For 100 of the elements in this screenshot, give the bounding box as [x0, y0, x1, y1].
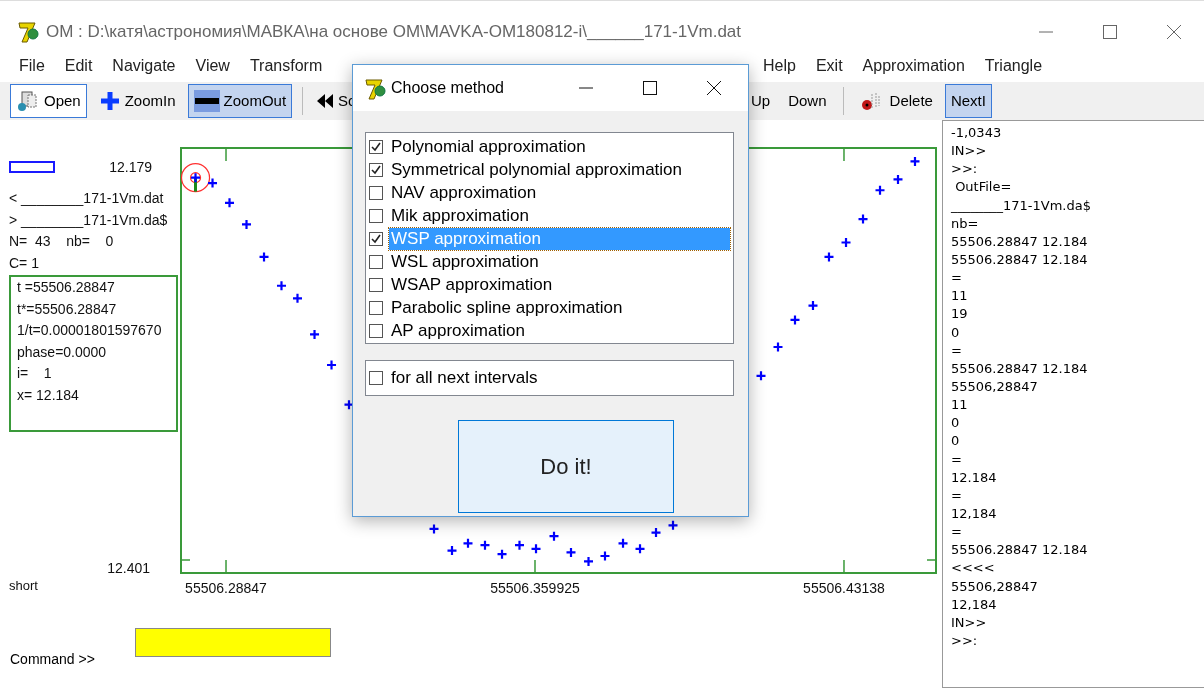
data-point: [857, 213, 869, 225]
data-point: [789, 314, 801, 326]
toolbar-button[interactable]: Up: [745, 84, 777, 118]
data-point: [291, 292, 304, 304]
checkbox[interactable]: [369, 254, 383, 269]
menu-item[interactable]: Approximation: [862, 54, 965, 78]
menu-item[interactable]: Transform: [249, 54, 323, 78]
checkbox[interactable]: [369, 323, 383, 338]
data-point: [206, 177, 219, 189]
info-text: x= 12.184: [17, 385, 80, 405]
log-line: 0: [951, 414, 961, 433]
data-point: [530, 543, 542, 555]
log-line: 12,184: [951, 595, 998, 614]
cursor-marker: [180, 163, 211, 193]
log-line: nb=: [951, 214, 980, 233]
checkbox[interactable]: [369, 300, 383, 315]
method-list-item[interactable]: NAV approximation: [389, 181, 730, 204]
info-text: i= 1: [17, 364, 53, 384]
info-text: < ________171-1Vm.dat: [9, 189, 165, 208]
rewind-icon: [316, 94, 335, 108]
data-point: [909, 155, 921, 167]
toolbar-button[interactable]: NextI: [944, 84, 992, 118]
log-line: =: [951, 523, 963, 542]
data-point: [189, 172, 202, 184]
axis-tick-label: 12.401: [107, 560, 150, 576]
menu-item[interactable]: File: [19, 54, 45, 78]
checkbox[interactable]: [369, 162, 383, 177]
menu-item[interactable]: Triangle: [984, 54, 1043, 78]
data-point: [428, 523, 440, 535]
minus-icon: [193, 90, 220, 112]
toolbar-button[interactable]: Delete: [853, 84, 939, 118]
method-list-item[interactable]: WSL approximation: [389, 250, 730, 273]
method-list-item[interactable]: WSAP approximation: [389, 273, 730, 296]
axis-tick-label: 55506.43138: [803, 579, 885, 598]
app-logo-icon: [18, 21, 40, 44]
toolbar-button[interactable]: Down: [782, 84, 833, 118]
log-line: -1,0343: [951, 124, 1003, 142]
method-list-item[interactable]: Polynomial approximation: [389, 135, 730, 158]
data-point: [275, 280, 288, 292]
checkbox[interactable]: [369, 277, 383, 292]
maximize-icon[interactable]: [642, 80, 658, 96]
log-line: 55506,28847: [951, 577, 1039, 596]
log-line: =: [951, 341, 963, 360]
log-line: 12,184: [951, 504, 998, 523]
log-line: >>:: [951, 160, 979, 179]
dialog-title: Choose method: [391, 78, 504, 98]
data-point: [258, 251, 270, 263]
data-point: [479, 539, 491, 551]
toolbar-button[interactable]: ZoomIn: [92, 84, 182, 118]
method-list-item[interactable]: AP approximation: [389, 319, 730, 342]
data-point: [582, 555, 595, 567]
data-point: [513, 539, 526, 551]
open-icon: [16, 90, 40, 112]
log-line: =: [951, 486, 963, 505]
info-text: phase=0.0000: [17, 342, 108, 362]
data-point: [892, 173, 904, 186]
close-icon[interactable]: [706, 80, 722, 96]
toolbar-button[interactable]: ZoomOut: [187, 84, 293, 118]
data-point: [599, 550, 611, 562]
checkbox[interactable]: [369, 139, 383, 154]
data-point: [667, 519, 679, 531]
info-text: C= 1: [9, 253, 40, 273]
data-point: [325, 359, 338, 371]
data-point: [755, 370, 767, 382]
log-line: =: [951, 269, 963, 288]
log-line: 12.184: [951, 468, 998, 487]
data-point: [807, 299, 819, 312]
menu-item[interactable]: Navigate: [112, 54, 176, 78]
menu-item[interactable]: View: [195, 54, 230, 78]
checkbox[interactable]: [369, 185, 383, 200]
axis-tick-label: 12.179: [109, 157, 152, 177]
log-line: <<<<: [951, 559, 996, 578]
method-list-item[interactable]: Mik approximation: [389, 204, 730, 227]
log-line: IN>>: [951, 613, 988, 632]
checkbox[interactable]: [369, 208, 383, 223]
log-line: 55506.28847 12.184: [951, 251, 1089, 269]
mode-label: short: [9, 578, 38, 593]
checkbox[interactable]: [369, 370, 383, 385]
log-line: ________171-1Vm.da$: [951, 196, 1092, 215]
log-line: 55506.28847 12.184: [951, 232, 1089, 251]
log-line: IN>>: [951, 142, 988, 161]
data-point: [772, 341, 784, 353]
log-line: 11: [951, 287, 969, 306]
data-point: [617, 537, 629, 549]
method-list-item[interactable]: Parabolic spline approximation: [389, 296, 730, 319]
command-input-field[interactable]: [135, 628, 331, 657]
log-line: 55506.28847 12.184: [951, 359, 1089, 378]
menu-item[interactable]: Edit: [64, 54, 93, 78]
menu-item[interactable]: Exit: [815, 54, 843, 78]
info-text: > ________171-1Vm.da$: [9, 210, 169, 230]
info-text: t*=55506.28847: [17, 299, 118, 319]
info-text: t =55506.28847: [17, 278, 116, 297]
data-point: [565, 546, 577, 558]
log-line: >>:: [951, 631, 979, 650]
toolbar-button[interactable]: Open: [10, 84, 87, 118]
menu-item[interactable]: Help: [763, 54, 796, 78]
checkbox[interactable]: [369, 231, 383, 246]
method-list-item[interactable]: Symmetrical polynomial approximation: [389, 158, 730, 181]
option-label: for all next intervals: [390, 366, 539, 389]
do-it-button[interactable]: Do it!: [458, 420, 674, 513]
